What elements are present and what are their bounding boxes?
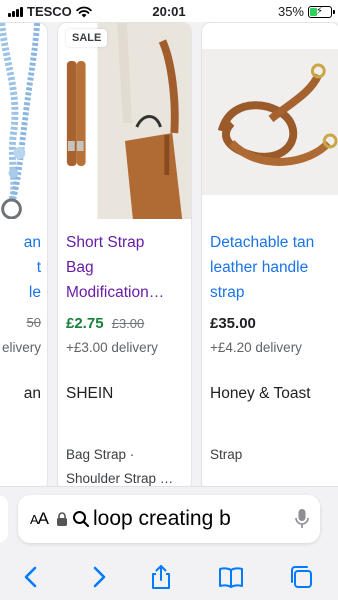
product-image[interactable]	[202, 23, 338, 219]
forward-button[interactable]	[80, 559, 116, 595]
delivery-cost: +£4.20 delivery	[210, 340, 302, 355]
delivery-cost: elivery	[1, 340, 41, 355]
bookmarks-icon	[219, 567, 243, 588]
browser-toolbar: AA loop creating b	[0, 486, 338, 600]
microphone-icon[interactable]	[294, 508, 310, 530]
share-icon	[152, 565, 170, 589]
product-category: Strap	[210, 447, 243, 462]
text-size-button[interactable]: AA	[30, 509, 49, 529]
beaded-strap-image	[0, 23, 47, 219]
lock-icon	[57, 512, 68, 526]
original-price: £3.00	[111, 316, 145, 331]
share-button[interactable]	[143, 559, 179, 595]
sale-badge: SALE	[66, 29, 108, 47]
seller-name: Honey & Toast	[210, 385, 311, 402]
delivery-cost: +£3.00 delivery	[66, 340, 158, 355]
product-card[interactable]: an t le 50 elivery an	[0, 22, 48, 492]
seller-name: an	[23, 385, 41, 402]
search-icon	[73, 511, 90, 528]
shopping-carousel[interactable]: an t le 50 elivery an SALE Short Strap B…	[0, 22, 338, 492]
product-card[interactable]: SALE Short Strap Bag Modification… £2.75…	[57, 22, 192, 492]
product-image[interactable]: SALE	[58, 23, 191, 219]
product-title[interactable]: Short Strap Bag Modification…	[66, 230, 185, 305]
product-price: £35.00	[210, 315, 256, 332]
product-price: £2.75 £3.00	[66, 315, 185, 332]
tabs-button[interactable]	[283, 559, 319, 595]
short-strap-bag-image	[58, 23, 191, 219]
previous-tab-address-bar[interactable]	[0, 495, 8, 543]
address-bar[interactable]: AA loop creating b	[18, 495, 320, 543]
tabs-icon	[291, 566, 312, 588]
status-bar: TESCO 20:01 35% ⚡	[0, 0, 338, 22]
url-text[interactable]: loop creating b	[93, 507, 288, 531]
sale-price: £2.75	[66, 315, 104, 332]
battery-icon: ⚡	[308, 5, 335, 18]
product-title[interactable]: an t le	[0, 230, 41, 305]
product-title[interactable]: Detachable tan leather handle strap	[210, 230, 334, 305]
product-card[interactable]: Detachable tan leather handle strap £35.…	[201, 22, 338, 492]
seller-name: SHEIN	[66, 385, 114, 402]
status-right: 35% ⚡	[277, 4, 335, 19]
product-price: 50	[26, 315, 41, 330]
product-image[interactable]	[0, 23, 47, 219]
forward-icon	[93, 566, 106, 588]
leather-handle-strap-image	[202, 23, 338, 219]
product-category: Bag Strap · Shoulder Strap …	[66, 447, 174, 486]
back-icon	[24, 566, 37, 588]
battery-percent: 35%	[277, 4, 304, 19]
back-button[interactable]	[14, 559, 50, 595]
charging-bolt-icon: ⚡	[316, 5, 324, 17]
navigation-row	[0, 559, 338, 595]
bookmarks-button[interactable]	[213, 559, 249, 595]
